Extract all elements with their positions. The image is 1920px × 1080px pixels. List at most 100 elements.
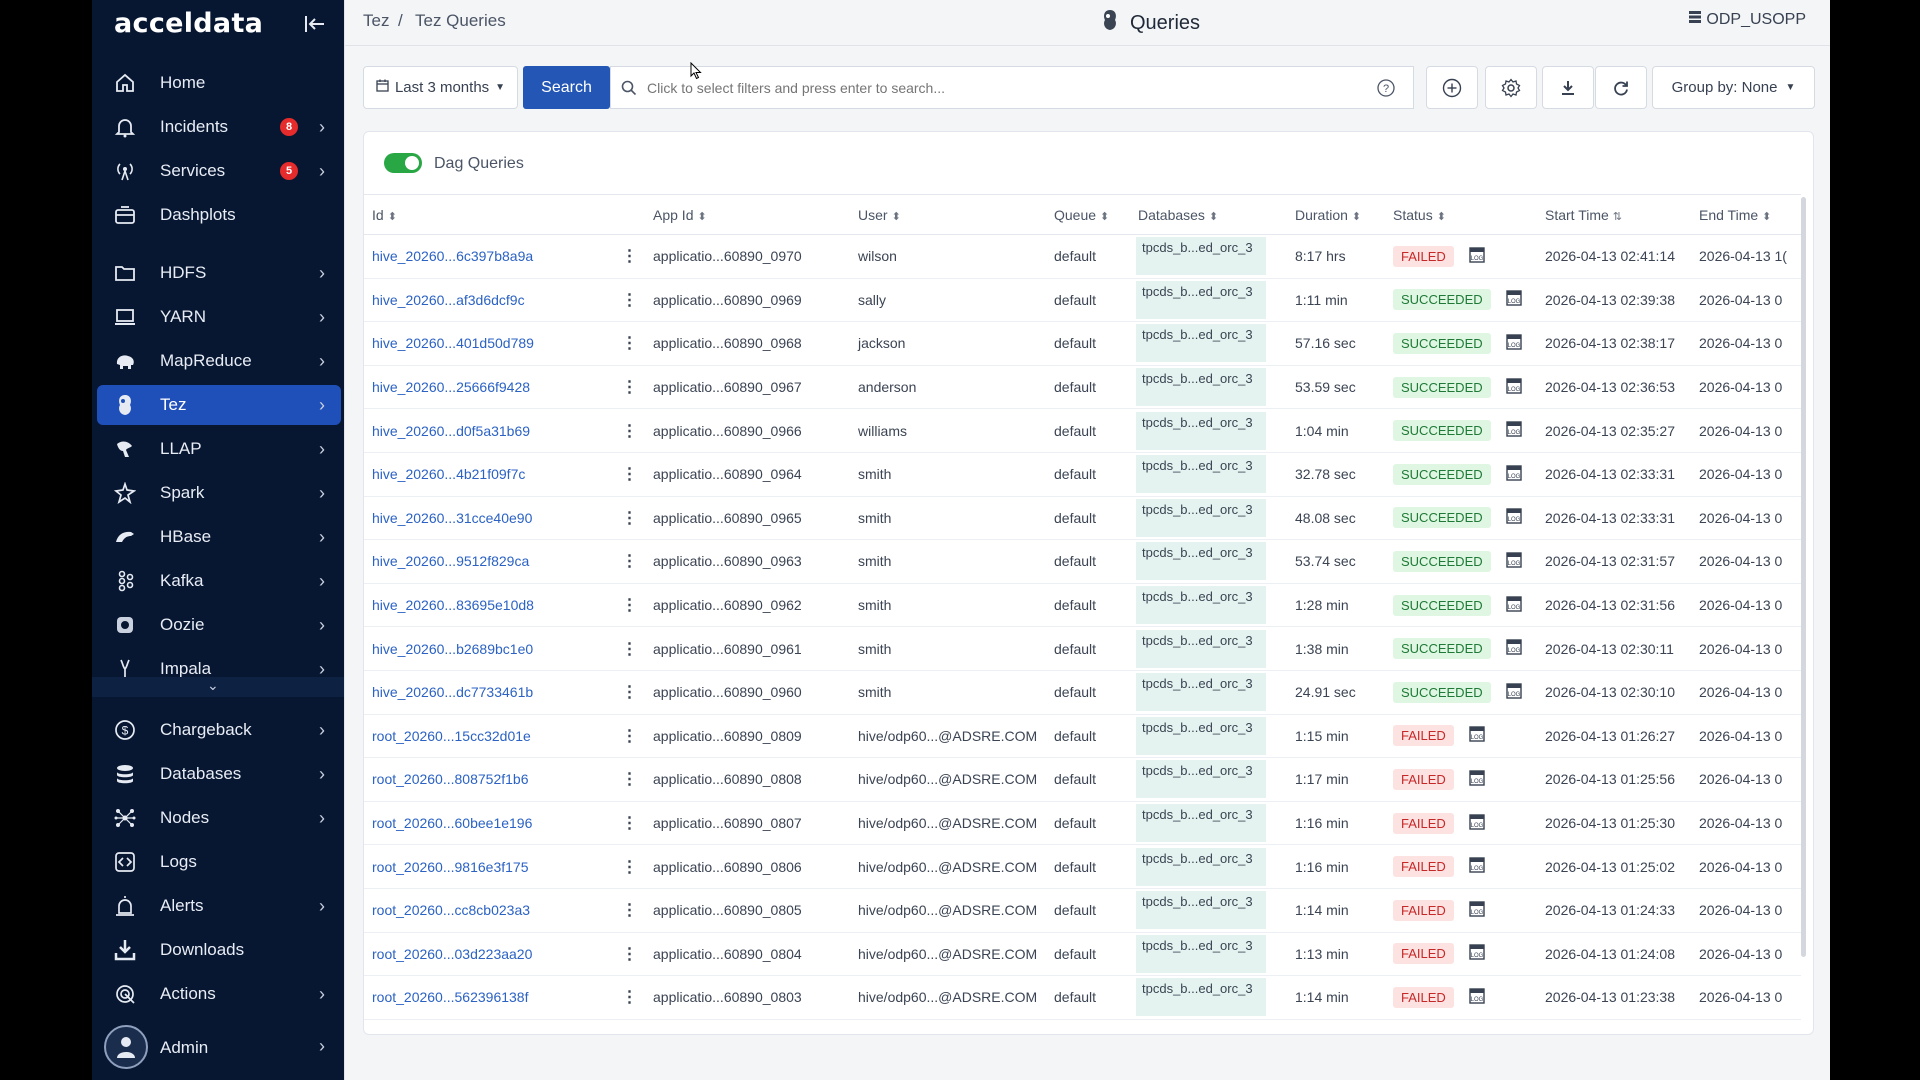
- sidebar-item-logs[interactable]: Logs: [92, 842, 344, 882]
- sidebar-item-databases[interactable]: Databases ›: [92, 754, 344, 794]
- download-button[interactable]: [1542, 66, 1594, 109]
- query-id-cell[interactable]: root_20260...808752f1b6: [364, 757, 606, 802]
- query-id-link[interactable]: root_20260...808752f1b6: [372, 771, 528, 787]
- log-icon[interactable]: LOG: [1505, 333, 1523, 354]
- log-icon[interactable]: LOG: [1468, 987, 1486, 1008]
- scroll-down-chevron-icon[interactable]: ⌄: [207, 677, 219, 694]
- sidebar-item-llap[interactable]: LLAP ›: [92, 429, 344, 469]
- table-row[interactable]: root_20260...03d223aa20 ⋮ applicatio...608…: [364, 932, 1801, 977]
- row-menu-kebab-icon[interactable]: ⋮: [606, 278, 645, 323]
- row-menu-kebab-icon[interactable]: ⋮: [606, 365, 645, 410]
- column-header-duration[interactable]: Duration ⬍: [1287, 194, 1385, 235]
- row-menu-kebab-icon[interactable]: ⋮: [606, 234, 645, 279]
- column-header-databases[interactable]: Databases ⬍: [1130, 194, 1287, 235]
- sidebar-item-home[interactable]: Home: [92, 63, 344, 103]
- sidebar-item-oozie[interactable]: Oozie ›: [92, 605, 344, 645]
- sort-icon[interactable]: ⬍: [388, 211, 397, 223]
- query-id-cell[interactable]: hive_20260...b2689bc1e0: [364, 626, 606, 671]
- sort-icon[interactable]: ⬍: [697, 211, 706, 223]
- query-id-link[interactable]: root_20260...60bee1e196: [372, 815, 532, 831]
- query-id-link[interactable]: hive_20260...6c397b8a9a: [372, 248, 533, 264]
- query-id-cell[interactable]: root_20260...562396138f: [364, 975, 606, 1020]
- query-id-cell[interactable]: root_20260...15cc32d01e: [364, 714, 606, 759]
- row-menu-kebab-icon[interactable]: ⋮: [606, 539, 645, 584]
- row-menu-kebab-icon[interactable]: ⋮: [606, 888, 645, 933]
- sort-icon[interactable]: ⬍: [1437, 211, 1446, 223]
- sidebar-item-chargeback[interactable]: $ Chargeback ›: [92, 710, 344, 750]
- sidebar-item-dashplots[interactable]: Dashplots: [92, 195, 344, 235]
- row-menu-kebab-icon[interactable]: ⋮: [606, 496, 645, 541]
- query-id-link[interactable]: hive_20260...b2689bc1e0: [372, 641, 533, 657]
- query-id-link[interactable]: root_20260...15cc32d01e: [372, 728, 531, 744]
- sort-icon[interactable]: ⬍: [1209, 211, 1218, 223]
- query-id-link[interactable]: hive_20260...dc7733461b: [372, 684, 533, 700]
- table-row[interactable]: hive_20260...401d50d789 ⋮ applicatio...608…: [364, 321, 1801, 366]
- log-icon[interactable]: LOG: [1468, 769, 1486, 790]
- search-button[interactable]: Search: [523, 66, 610, 109]
- query-id-cell[interactable]: hive_20260...6c397b8a9a: [364, 234, 606, 279]
- row-menu-kebab-icon[interactable]: ⋮: [606, 801, 645, 846]
- row-menu-kebab-icon[interactable]: ⋮: [606, 452, 645, 497]
- table-row[interactable]: hive_20260...31cce40e90 ⋮ applicatio...608…: [364, 496, 1801, 541]
- query-id-cell[interactable]: root_20260...60bee1e196: [364, 801, 606, 846]
- log-icon[interactable]: LOG: [1505, 464, 1523, 485]
- log-icon[interactable]: LOG: [1505, 638, 1523, 659]
- sidebar-item-incidents[interactable]: Incidents 8 ›: [92, 107, 344, 147]
- query-id-link[interactable]: root_20260...9816e3f175: [372, 859, 528, 875]
- query-id-link[interactable]: hive_20260...4b21f09f7c: [372, 466, 525, 482]
- query-id-link[interactable]: hive_20260...25666f9428: [372, 379, 530, 395]
- table-row[interactable]: hive_20260...6c397b8a9a ⋮ applicatio...608…: [364, 234, 1801, 279]
- sidebar-item-spark[interactable]: Spark ›: [92, 473, 344, 513]
- table-row[interactable]: hive_20260...b2689bc1e0 ⋮ applicatio...608…: [364, 626, 1801, 671]
- query-id-link[interactable]: hive_20260...af3d6dcf9c: [372, 292, 525, 308]
- log-icon[interactable]: LOG: [1505, 289, 1523, 310]
- sort-icon[interactable]: ⬍: [1352, 211, 1361, 223]
- add-filter-button[interactable]: [1426, 66, 1478, 109]
- log-icon[interactable]: LOG: [1468, 900, 1486, 921]
- sidebar-item-nodes[interactable]: Nodes ›: [92, 798, 344, 838]
- sort-icon[interactable]: ⬍: [1100, 211, 1109, 223]
- admin-chevron-icon[interactable]: ›: [319, 1036, 325, 1057]
- log-icon[interactable]: LOG: [1505, 682, 1523, 703]
- query-id-link[interactable]: hive_20260...31cce40e90: [372, 510, 532, 526]
- sidebar-item-hbase[interactable]: HBase ›: [92, 517, 344, 557]
- group-by-dropdown[interactable]: Group by: None ▼: [1652, 66, 1815, 109]
- log-icon[interactable]: LOG: [1505, 507, 1523, 528]
- table-row[interactable]: hive_20260...83695e10d8 ⋮ applicatio...608…: [364, 583, 1801, 628]
- sidebar-item-kafka[interactable]: Kafka ›: [92, 561, 344, 601]
- help-icon[interactable]: ?: [1377, 78, 1395, 97]
- sidebar-item-actions[interactable]: Actions ›: [92, 974, 344, 1014]
- log-icon[interactable]: LOG: [1468, 725, 1486, 746]
- query-id-cell[interactable]: hive_20260...4b21f09f7c: [364, 452, 606, 497]
- admin-avatar[interactable]: [104, 1025, 148, 1069]
- log-icon[interactable]: LOG: [1468, 943, 1486, 964]
- column-header-status[interactable]: Status ⬍: [1385, 194, 1537, 235]
- row-menu-kebab-icon[interactable]: ⋮: [606, 975, 645, 1020]
- sidebar-item-alerts[interactable]: Alerts ›: [92, 886, 344, 926]
- sidebar-item-downloads[interactable]: Downloads: [92, 930, 344, 970]
- query-id-cell[interactable]: hive_20260...d0f5a31b69: [364, 408, 606, 453]
- query-id-link[interactable]: hive_20260...9512f829ca: [372, 553, 529, 569]
- table-row[interactable]: hive_20260...25666f9428 ⋮ applicatio...608…: [364, 365, 1801, 410]
- log-icon[interactable]: LOG: [1505, 420, 1523, 441]
- row-menu-kebab-icon[interactable]: ⋮: [606, 321, 645, 366]
- row-menu-kebab-icon[interactable]: ⋮: [606, 757, 645, 802]
- dag-queries-toggle[interactable]: [384, 153, 422, 173]
- table-row[interactable]: root_20260...562396138f ⋮ applicatio...608…: [364, 975, 1801, 1020]
- table-scrollbar[interactable]: [1801, 197, 1806, 957]
- column-header-start-time[interactable]: Start Time ⇅: [1537, 194, 1691, 235]
- query-id-cell[interactable]: hive_20260...25666f9428: [364, 365, 606, 410]
- column-header-queue[interactable]: Queue ⬍: [1046, 194, 1130, 235]
- settings-button[interactable]: [1485, 66, 1537, 109]
- table-row[interactable]: root_20260...60bee1e196 ⋮ applicatio...608…: [364, 801, 1801, 846]
- table-row[interactable]: root_20260...808752f1b6 ⋮ applicatio...608…: [364, 757, 1801, 802]
- collapse-sidebar-icon[interactable]: [302, 12, 328, 36]
- log-icon[interactable]: LOG: [1505, 551, 1523, 572]
- query-id-cell[interactable]: hive_20260...af3d6dcf9c: [364, 278, 606, 323]
- query-id-cell[interactable]: hive_20260...31cce40e90: [364, 496, 606, 541]
- row-menu-kebab-icon[interactable]: ⋮: [606, 932, 645, 977]
- sidebar-item-mapreduce[interactable]: MapReduce ›: [92, 341, 344, 381]
- search-input[interactable]: [647, 79, 1347, 96]
- log-icon[interactable]: LOG: [1468, 246, 1486, 267]
- query-id-link[interactable]: root_20260...cc8cb023a3: [372, 902, 530, 918]
